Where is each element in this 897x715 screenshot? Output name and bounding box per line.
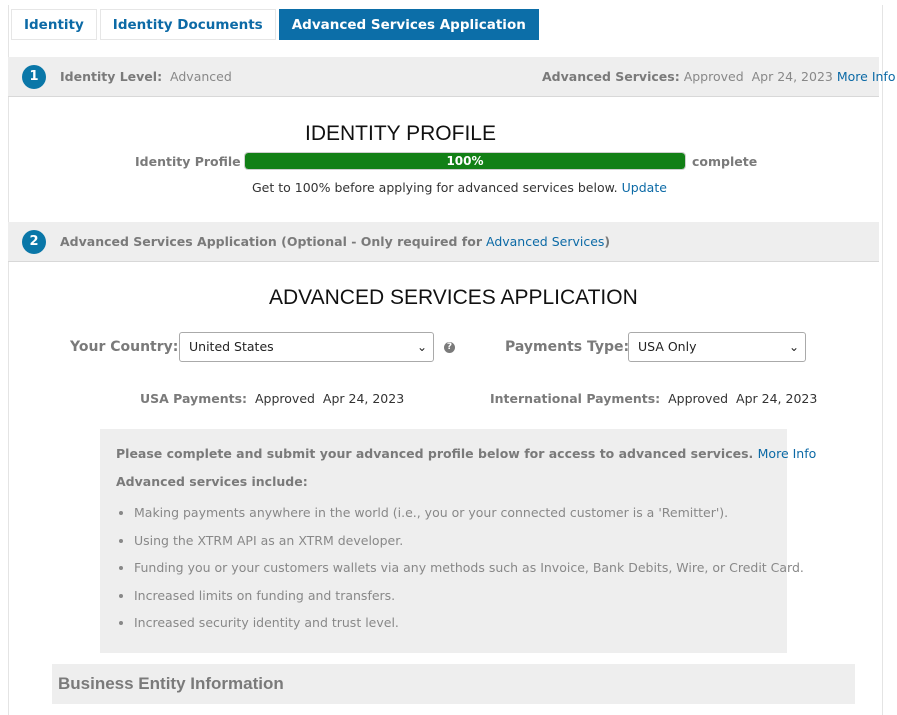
identity-level-bar: 1 Identity Level: Advanced Advanced Serv… bbox=[8, 57, 895, 97]
identity-level: Identity Level: Advanced bbox=[60, 69, 232, 84]
chevron-down-icon: ⌄ bbox=[788, 340, 799, 354]
business-entity-section-header: Business Entity Information bbox=[52, 664, 855, 704]
country-label: Your Country: bbox=[70, 339, 179, 355]
advanced-services-application-title: ADVANCED SERVICES APPLICATION bbox=[269, 286, 638, 309]
identity-profile-label: Identity Profile bbox=[135, 154, 241, 169]
usa-payments-date: Apr 24, 2023 bbox=[322, 391, 405, 406]
info-lead: Please complete and submit your advanced… bbox=[116, 446, 816, 461]
chevron-down-icon: ⌄ bbox=[416, 340, 427, 354]
international-payments-label: International Payments: bbox=[490, 391, 661, 406]
advanced-services-status-value: Approved bbox=[683, 69, 744, 84]
profile-hint: Get to 100% before applying for advanced… bbox=[252, 180, 667, 195]
international-payments-status: International Payments: Approved Apr 24,… bbox=[490, 391, 817, 406]
list-item: Funding you or your customers wallets vi… bbox=[134, 554, 804, 582]
advanced-application-text: Advanced Services Application (Optional … bbox=[60, 234, 482, 249]
info-lead-text: Please complete and submit your advanced… bbox=[116, 446, 754, 461]
advanced-services-info-box: Please complete and submit your advanced… bbox=[100, 429, 816, 653]
step-2-badge: 2 bbox=[22, 230, 46, 254]
tab-advanced-services-application[interactable]: Advanced Services Application bbox=[278, 9, 539, 40]
tab-identity[interactable]: Identity bbox=[11, 9, 97, 40]
tab-bar: Identity Identity Documents Advanced Ser… bbox=[11, 9, 542, 40]
advanced-application-heading: Advanced Services Application (Optional … bbox=[60, 234, 610, 249]
list-item: Making payments anywhere in the world (i… bbox=[134, 499, 804, 527]
international-payments-status-value: Approved bbox=[668, 391, 729, 406]
progress-complete-label: complete bbox=[692, 154, 758, 169]
identity-profile-title: IDENTITY PROFILE bbox=[305, 122, 496, 145]
international-payments-date: Apr 24, 2023 bbox=[736, 391, 818, 406]
country-select[interactable]: United States ⌄ bbox=[179, 332, 434, 362]
advanced-application-bar: 2 Advanced Services Application (Optiona… bbox=[8, 222, 879, 262]
advanced-services-label: Advanced Services: bbox=[542, 69, 680, 84]
step-1-badge: 1 bbox=[22, 65, 46, 89]
advanced-services-link[interactable]: Advanced Services bbox=[486, 234, 604, 249]
country-select-value: United States bbox=[189, 339, 274, 354]
payments-type-label: Payments Type: bbox=[505, 339, 630, 355]
usa-payments-status: USA Payments: Approved Apr 24, 2023 bbox=[140, 391, 404, 406]
usa-payments-status-value: Approved bbox=[254, 391, 315, 406]
list-item: Increased limits on funding and transfer… bbox=[134, 582, 804, 610]
info-subheading: Advanced services include: bbox=[116, 474, 308, 489]
advanced-application-close: ) bbox=[604, 234, 611, 249]
advanced-services-list: Making payments anywhere in the world (i… bbox=[116, 499, 804, 637]
tab-identity-documents[interactable]: Identity Documents bbox=[99, 9, 276, 40]
payments-type-select-value: USA Only bbox=[638, 339, 697, 354]
more-info-link[interactable]: More Info bbox=[837, 69, 896, 84]
update-link[interactable]: Update bbox=[622, 180, 667, 195]
progress-fill: 100% bbox=[245, 153, 685, 169]
list-item: Using the XTRM API as an XTRM developer. bbox=[134, 527, 804, 555]
identity-level-label: Identity Level: bbox=[60, 69, 163, 84]
identity-profile-progress-bar: 100% bbox=[244, 152, 686, 170]
info-more-info-link[interactable]: More Info bbox=[758, 446, 817, 461]
payments-type-select[interactable]: USA Only ⌄ bbox=[628, 332, 806, 362]
advanced-services-date: Apr 24, 2023 bbox=[751, 69, 833, 84]
advanced-services-status: Advanced Services: Approved Apr 24, 2023… bbox=[542, 69, 895, 84]
question-icon[interactable]: ? bbox=[444, 342, 455, 353]
profile-hint-text: Get to 100% before applying for advanced… bbox=[252, 180, 618, 195]
identity-level-value: Advanced bbox=[170, 69, 232, 84]
list-item: Increased security identity and trust le… bbox=[134, 609, 804, 637]
usa-payments-label: USA Payments: bbox=[140, 391, 248, 406]
